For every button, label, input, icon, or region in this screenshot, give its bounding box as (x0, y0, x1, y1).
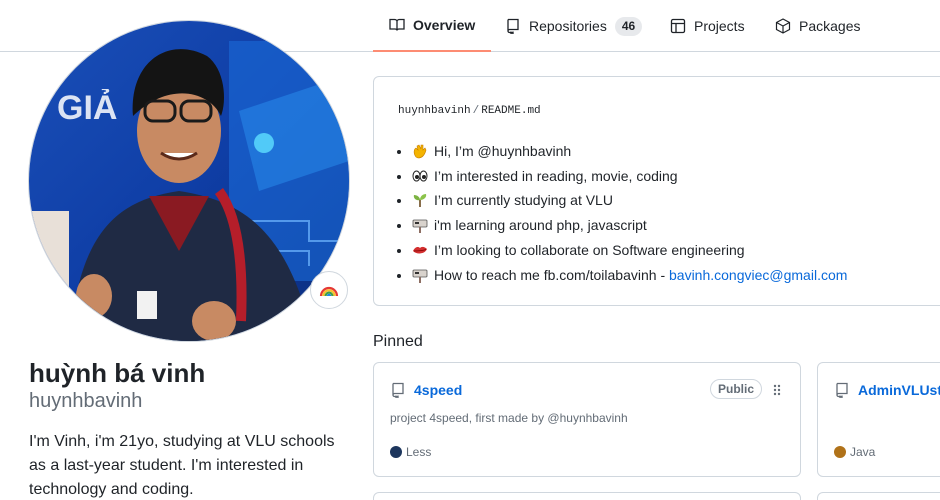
language-color-dot (390, 446, 402, 458)
pinned-repo-card-partial (817, 492, 940, 500)
readme-separator: / (472, 105, 480, 117)
language-label: Less (406, 445, 432, 459)
repo-icon (507, 18, 519, 34)
profile-readme: huynhbavinh/README.md Hi, I’m @huynhbavi… (373, 76, 940, 306)
tab-overview-label: Overview (413, 17, 476, 33)
pinned-repo-card: AdminVLUsto Java (817, 362, 940, 477)
pinned-heading: Pinned (373, 333, 423, 350)
pinned-repo-card-partial (373, 492, 801, 500)
seedling-icon (413, 194, 427, 208)
repo-language: Java (834, 445, 875, 459)
drag-handle-icon[interactable] (772, 383, 782, 397)
book-icon (389, 18, 405, 31)
readme-file[interactable]: README.md (481, 105, 540, 117)
readme-item-text: Hi, I’m @huynhbavinh (434, 143, 572, 159)
readme-item: I’m looking to collaborate on Software e… (412, 238, 847, 263)
table-icon (670, 18, 686, 34)
repositories-count-badge: 46 (614, 16, 643, 36)
lips-icon (413, 246, 427, 254)
readme-item-text: How to reach me fb.com/toilabavinh - (434, 266, 669, 283)
email-link[interactable]: bavinh.congviec@gmail.com (669, 267, 847, 283)
repo-language: Less (390, 445, 431, 459)
readme-owner[interactable]: huynhbavinh (398, 105, 471, 117)
avatar-photo: GIẢ (29, 21, 349, 341)
readme-item: Hi, I’m @huynhbavinh (412, 139, 847, 164)
status-emoji-button[interactable] (310, 271, 348, 309)
readme-path: huynhbavinh / README.md (398, 105, 541, 117)
tab-repositories-label: Repositories (529, 18, 607, 34)
profile-login: huynhbavinh (29, 390, 143, 412)
rainbow-icon (319, 286, 339, 297)
tab-projects-label: Projects (694, 18, 745, 34)
tab-packages-label: Packages (799, 18, 861, 34)
readme-item-text: I’m looking to collaborate on Software e… (434, 241, 745, 258)
tab-repositories[interactable]: Repositories 46 (505, 0, 643, 52)
eyes-icon (412, 170, 428, 182)
repo-name-link[interactable]: AdminVLUsto (858, 382, 940, 398)
readme-item: How to reach me fb.com/toilabavinh - bav… (412, 263, 847, 288)
repo-icon (392, 382, 404, 398)
readme-item-text: I’m currently studying at VLU (434, 192, 613, 209)
tab-overview[interactable]: Overview (373, 0, 492, 52)
readme-item-text: i'm learning around php, javascript (434, 217, 647, 234)
pinned-repo-card: 4speed Public project 4speed, first made… (373, 362, 801, 477)
readme-item: I’m currently studying at VLU (412, 188, 847, 213)
tab-projects[interactable]: Projects (670, 0, 745, 52)
visibility-badge: Public (710, 379, 763, 399)
readme-list: Hi, I’m @huynhbavinh I’m interested in r… (412, 139, 847, 287)
tab-packages[interactable]: Packages (775, 0, 860, 52)
wave-icon (413, 144, 427, 159)
repo-description: project 4speed, first made by @huynhbavi… (390, 411, 628, 425)
svg-text:GIẢ: GIẢ (57, 89, 117, 127)
language-label: Java (850, 445, 876, 459)
mailbox-icon (412, 219, 428, 234)
repo-icon (836, 382, 848, 398)
readme-item: I’m interested in reading, movie, coding (412, 164, 847, 189)
package-icon (775, 18, 791, 34)
readme-item-text: I’m interested in reading, movie, coding (434, 167, 678, 184)
profile-full-name: huỳnh bá vinh (29, 358, 206, 388)
profile-bio: I'm Vinh, i'm 21yo, studying at VLU scho… (29, 433, 335, 498)
repo-name-link[interactable]: 4speed (414, 382, 462, 398)
language-color-dot (834, 446, 846, 458)
mailbox-icon (412, 269, 428, 283)
readme-item: i'm learning around php, javascript (412, 213, 847, 238)
avatar[interactable]: GIẢ (28, 20, 350, 342)
